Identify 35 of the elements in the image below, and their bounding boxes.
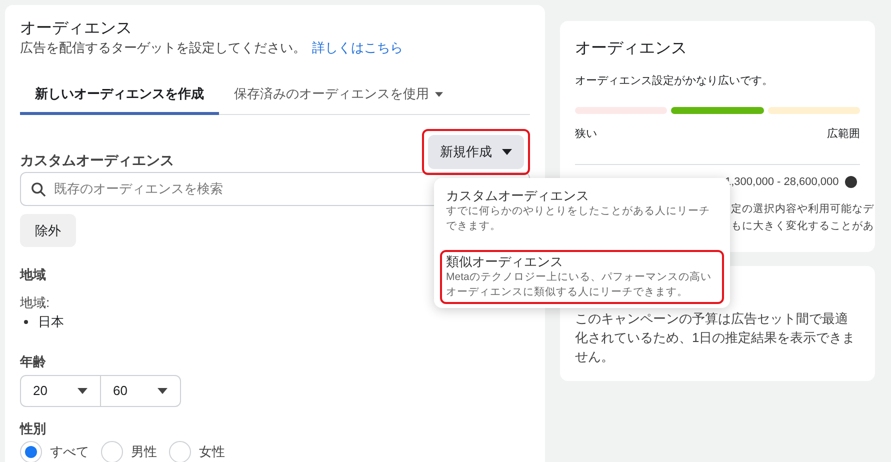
search-icon: [31, 182, 46, 196]
field-label: 地域: [20, 266, 46, 284]
location-label: 地域:: [20, 294, 50, 312]
meter-label: 広範囲: [827, 126, 860, 142]
tab[interactable]: 保存済みのオーディエンスを使用: [219, 76, 458, 115]
exclude-button[interactable]: 除外: [20, 214, 76, 247]
card-title: オーディエンス: [575, 39, 688, 59]
estimate-message: このキャンペーンの予算は広告セット間で最適化されているため、1日の推定結果を表示できません。: [575, 310, 856, 366]
caret-icon: [502, 149, 512, 155]
field-label: 性別: [20, 420, 46, 438]
radio-button[interactable]: [169, 440, 191, 462]
estimate-note: もに大きく変化することがあ: [731, 218, 874, 234]
menu-item[interactable]: 類似オーディエンス Metaのテクノロジー上にいる、パフォーマンスの高いオーディエンスに類似する人にリーチできます。: [440, 250, 724, 304]
radio-button[interactable]: [20, 440, 42, 462]
estimate-note: 定の選択内容や利用可能なデ: [731, 202, 874, 216]
create-button[interactable]: 新規作成: [428, 135, 524, 169]
menu-item-description: Metaのテクノロジー上にいる、パフォーマンスの高いオーディエンスに類似する人にリーチできます。: [446, 270, 712, 300]
location-item: 日本: [38, 313, 64, 331]
tab[interactable]: 新しいオーディエンスを作成: [20, 76, 219, 115]
meter-label: 狭い: [575, 126, 597, 142]
menu-item-title: 類似オーディエンス: [446, 254, 564, 270]
learn-more-link[interactable]: 詳しくはこちら: [312, 40, 403, 55]
radio-label: 男性: [131, 442, 157, 461]
radio-label: すべて: [50, 442, 89, 461]
bullet-icon: [24, 320, 28, 324]
field-label: カスタムオーディエンス: [20, 151, 174, 170]
section-title: オーディエンス: [20, 19, 133, 39]
info-icon: [844, 176, 857, 188]
field-label: 年齢: [20, 352, 46, 370]
audience-size: 1,300,000 - 28,600,000: [725, 175, 839, 190]
audience-summary: オーディエンス設定がかなり広いです。: [575, 74, 774, 89]
menu-item-description: すでに何らかのやりとりをしたことがある人にリーチできます。: [446, 204, 711, 234]
radio-button[interactable]: [101, 440, 123, 462]
radio-label: 女性: [199, 442, 225, 461]
section-description: 広告を配信するターゲットを設定してください。: [20, 40, 306, 55]
